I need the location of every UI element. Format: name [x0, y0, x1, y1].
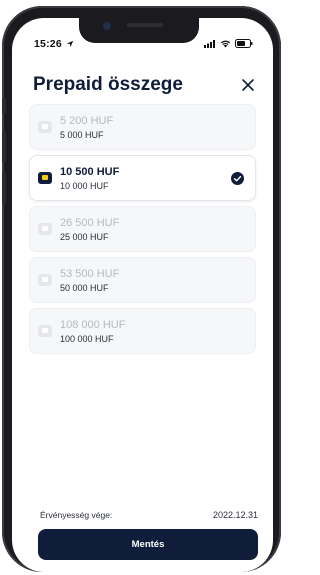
card-icon: [38, 121, 52, 133]
page-title: Prepaid összege: [33, 74, 183, 95]
card-icon: [38, 172, 52, 184]
cellular-signal-icon: [204, 39, 215, 48]
status-time: 15:26: [34, 38, 74, 50]
validity-date: 2022.12.31: [212, 510, 258, 520]
amount-option-25000[interactable]: 26 500 HUF 25 000 HUF: [29, 206, 256, 252]
amount-options: 5 200 HUF 5 000 HUF 10 500 HUF 10 000 HU…: [29, 104, 256, 359]
card-icon: [38, 325, 52, 337]
status-icons: [204, 39, 253, 48]
close-icon: [242, 79, 254, 91]
option-price: 26 500 HUF: [60, 217, 120, 229]
amount-option-100000[interactable]: 108 000 HUF 100 000 HUF: [29, 308, 256, 354]
speaker: [127, 23, 163, 27]
option-credit: 50 000 HUF: [60, 283, 109, 293]
wifi-icon: [220, 40, 231, 48]
option-credit: 5 000 HUF: [60, 130, 104, 140]
screen: 15:26 Prepaid összege 5 200 HUF 5 000 HU…: [12, 18, 273, 572]
option-price: 10 500 HUF: [60, 166, 120, 178]
save-button[interactable]: Mentés: [38, 529, 258, 560]
option-credit: 25 000 HUF: [60, 232, 109, 242]
front-camera: [103, 22, 111, 30]
option-credit: 100 000 HUF: [60, 334, 114, 344]
amount-option-10000[interactable]: 10 500 HUF 10 000 HUF: [29, 155, 256, 201]
status-time-text: 15:26: [34, 38, 62, 50]
validity-label: Érvényesség vége:: [40, 510, 113, 520]
amount-option-50000[interactable]: 53 500 HUF 50 000 HUF: [29, 257, 256, 303]
card-icon: [38, 274, 52, 286]
checkmark-icon: [231, 172, 244, 185]
option-price: 5 200 HUF: [60, 115, 114, 127]
amount-option-5000[interactable]: 5 200 HUF 5 000 HUF: [29, 104, 256, 150]
notch: [79, 18, 199, 43]
validity-row: Érvényesség vége: 2022.12.31: [40, 510, 258, 520]
volume-down-button: [2, 172, 6, 204]
side-button: [2, 98, 6, 114]
location-arrow-icon: [66, 40, 74, 48]
close-button[interactable]: [239, 76, 257, 94]
phone-frame: 15:26 Prepaid összege 5 200 HUF 5 000 HU…: [2, 6, 281, 572]
option-price: 53 500 HUF: [60, 268, 120, 280]
volume-up-button: [2, 131, 6, 163]
option-credit: 10 000 HUF: [60, 181, 109, 191]
card-icon: [38, 223, 52, 235]
battery-icon: [235, 39, 253, 48]
option-price: 108 000 HUF: [60, 319, 126, 331]
